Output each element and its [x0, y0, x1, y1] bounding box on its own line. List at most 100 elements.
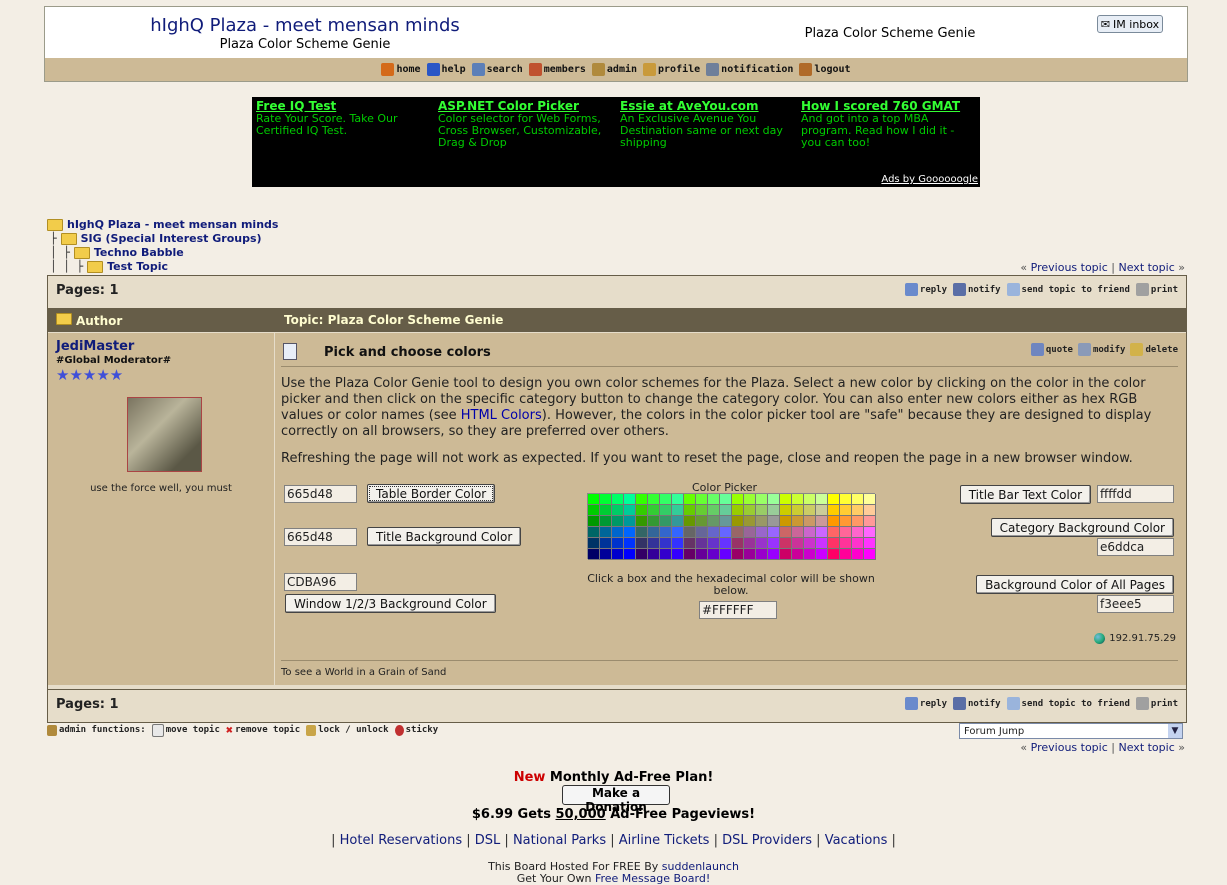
- reply-button[interactable]: reply: [904, 697, 947, 710]
- color-swatch[interactable]: [792, 516, 804, 527]
- color-swatch[interactable]: [756, 494, 768, 505]
- site-title[interactable]: hIghQ Plaza - meet mensan minds: [45, 15, 565, 36]
- color-swatch[interactable]: [804, 494, 816, 505]
- color-swatch[interactable]: [852, 505, 864, 516]
- color-swatch[interactable]: [708, 549, 720, 560]
- color-swatch[interactable]: [684, 505, 696, 516]
- page-background-color-button[interactable]: Background Color of All Pages: [976, 575, 1174, 594]
- color-swatch[interactable]: [600, 494, 612, 505]
- color-swatch[interactable]: [588, 505, 600, 516]
- color-swatch[interactable]: [600, 538, 612, 549]
- ad-item[interactable]: Essie at AveYou.com An Exclusive Avenue …: [620, 100, 792, 149]
- color-swatch[interactable]: [840, 505, 852, 516]
- color-swatch[interactable]: [780, 494, 792, 505]
- color-swatch[interactable]: [780, 516, 792, 527]
- color-swatch[interactable]: [672, 494, 684, 505]
- forum-jump-select[interactable]: Forum Jump ▼: [959, 723, 1183, 739]
- color-swatch[interactable]: [840, 494, 852, 505]
- color-swatch[interactable]: [816, 527, 828, 538]
- color-swatch[interactable]: [852, 549, 864, 560]
- category-background-color-button[interactable]: Category Background Color: [990, 518, 1174, 537]
- color-swatch[interactable]: [708, 505, 720, 516]
- username-link[interactable]: JediMaster: [56, 339, 134, 354]
- color-swatch[interactable]: [804, 549, 816, 560]
- im-inbox-button[interactable]: ✉ IM inbox: [1097, 15, 1163, 33]
- color-swatch[interactable]: [636, 538, 648, 549]
- color-swatch[interactable]: [720, 505, 732, 516]
- color-swatch[interactable]: [732, 494, 744, 505]
- color-swatch[interactable]: [612, 527, 624, 538]
- footer-link[interactable]: Airline Tickets: [619, 833, 710, 848]
- page-background-color-input[interactable]: [1097, 595, 1174, 613]
- color-swatch[interactable]: [696, 527, 708, 538]
- color-swatch[interactable]: [816, 549, 828, 560]
- color-swatch[interactable]: [840, 527, 852, 538]
- table-border-color-input[interactable]: [284, 485, 357, 503]
- breadcrumb-link[interactable]: hIghQ Plaza - meet mensan minds: [67, 218, 278, 231]
- color-swatch[interactable]: [744, 516, 756, 527]
- window-background-color-input[interactable]: [284, 573, 357, 591]
- footer-link[interactable]: Hotel Reservations: [340, 833, 462, 848]
- color-swatch[interactable]: [672, 527, 684, 538]
- color-swatch[interactable]: [768, 538, 780, 549]
- color-swatch[interactable]: [660, 527, 672, 538]
- color-swatch[interactable]: [672, 516, 684, 527]
- color-swatch[interactable]: [588, 549, 600, 560]
- color-swatch[interactable]: [624, 538, 636, 549]
- color-swatch[interactable]: [636, 549, 648, 560]
- color-swatch[interactable]: [864, 527, 876, 538]
- breadcrumb-root[interactable]: hIghQ Plaza - meet mensan minds: [47, 218, 278, 231]
- color-swatch[interactable]: [804, 527, 816, 538]
- color-swatch[interactable]: [780, 505, 792, 516]
- color-swatch[interactable]: [708, 494, 720, 505]
- color-swatch[interactable]: [804, 516, 816, 527]
- next-topic-link[interactable]: Next topic: [1119, 261, 1175, 274]
- delete-button[interactable]: delete: [1130, 343, 1178, 356]
- color-swatch[interactable]: [588, 516, 600, 527]
- color-swatch[interactable]: [744, 549, 756, 560]
- nav-search[interactable]: search: [471, 63, 523, 76]
- make-donation-button[interactable]: Make a Donation: [562, 785, 670, 814]
- color-swatch[interactable]: [636, 505, 648, 516]
- nav-profile[interactable]: profile: [643, 63, 700, 76]
- color-swatch[interactable]: [696, 494, 708, 505]
- color-swatch[interactable]: [864, 538, 876, 549]
- globe-icon[interactable]: [1094, 633, 1106, 644]
- ad-item[interactable]: How I scored 760 GMAT And got into a top…: [801, 100, 973, 149]
- breadcrumb-link[interactable]: Test Topic: [107, 260, 168, 273]
- color-swatch[interactable]: [660, 494, 672, 505]
- color-swatch[interactable]: [744, 505, 756, 516]
- color-swatch[interactable]: [648, 538, 660, 549]
- color-swatch[interactable]: [816, 516, 828, 527]
- color-swatch[interactable]: [636, 516, 648, 527]
- color-swatch[interactable]: [792, 527, 804, 538]
- color-swatch[interactable]: [660, 516, 672, 527]
- send-topic-button[interactable]: send topic to friend: [1006, 283, 1130, 296]
- color-swatch[interactable]: [660, 549, 672, 560]
- color-swatch[interactable]: [600, 505, 612, 516]
- color-swatch[interactable]: [672, 505, 684, 516]
- color-swatch[interactable]: [624, 549, 636, 560]
- color-swatch[interactable]: [768, 516, 780, 527]
- color-swatch[interactable]: [696, 505, 708, 516]
- color-swatch[interactable]: [720, 538, 732, 549]
- color-swatch[interactable]: [744, 538, 756, 549]
- remove-topic-button[interactable]: ✖ remove topic: [226, 723, 300, 737]
- color-swatch[interactable]: [852, 516, 864, 527]
- color-swatch[interactable]: [696, 549, 708, 560]
- ad-title[interactable]: Free IQ Test: [256, 100, 428, 112]
- previous-topic-link[interactable]: Previous topic: [1031, 741, 1108, 754]
- color-swatch[interactable]: [768, 527, 780, 538]
- color-swatch[interactable]: [588, 494, 600, 505]
- color-swatch[interactable]: [648, 527, 660, 538]
- color-swatch[interactable]: [660, 538, 672, 549]
- color-swatch[interactable]: [600, 516, 612, 527]
- color-swatch[interactable]: [696, 538, 708, 549]
- color-swatch[interactable]: [588, 538, 600, 549]
- color-swatch[interactable]: [684, 494, 696, 505]
- color-swatch[interactable]: [828, 538, 840, 549]
- color-swatch[interactable]: [804, 505, 816, 516]
- quote-button[interactable]: quote: [1030, 343, 1073, 356]
- color-swatch[interactable]: [732, 516, 744, 527]
- color-swatch[interactable]: [792, 505, 804, 516]
